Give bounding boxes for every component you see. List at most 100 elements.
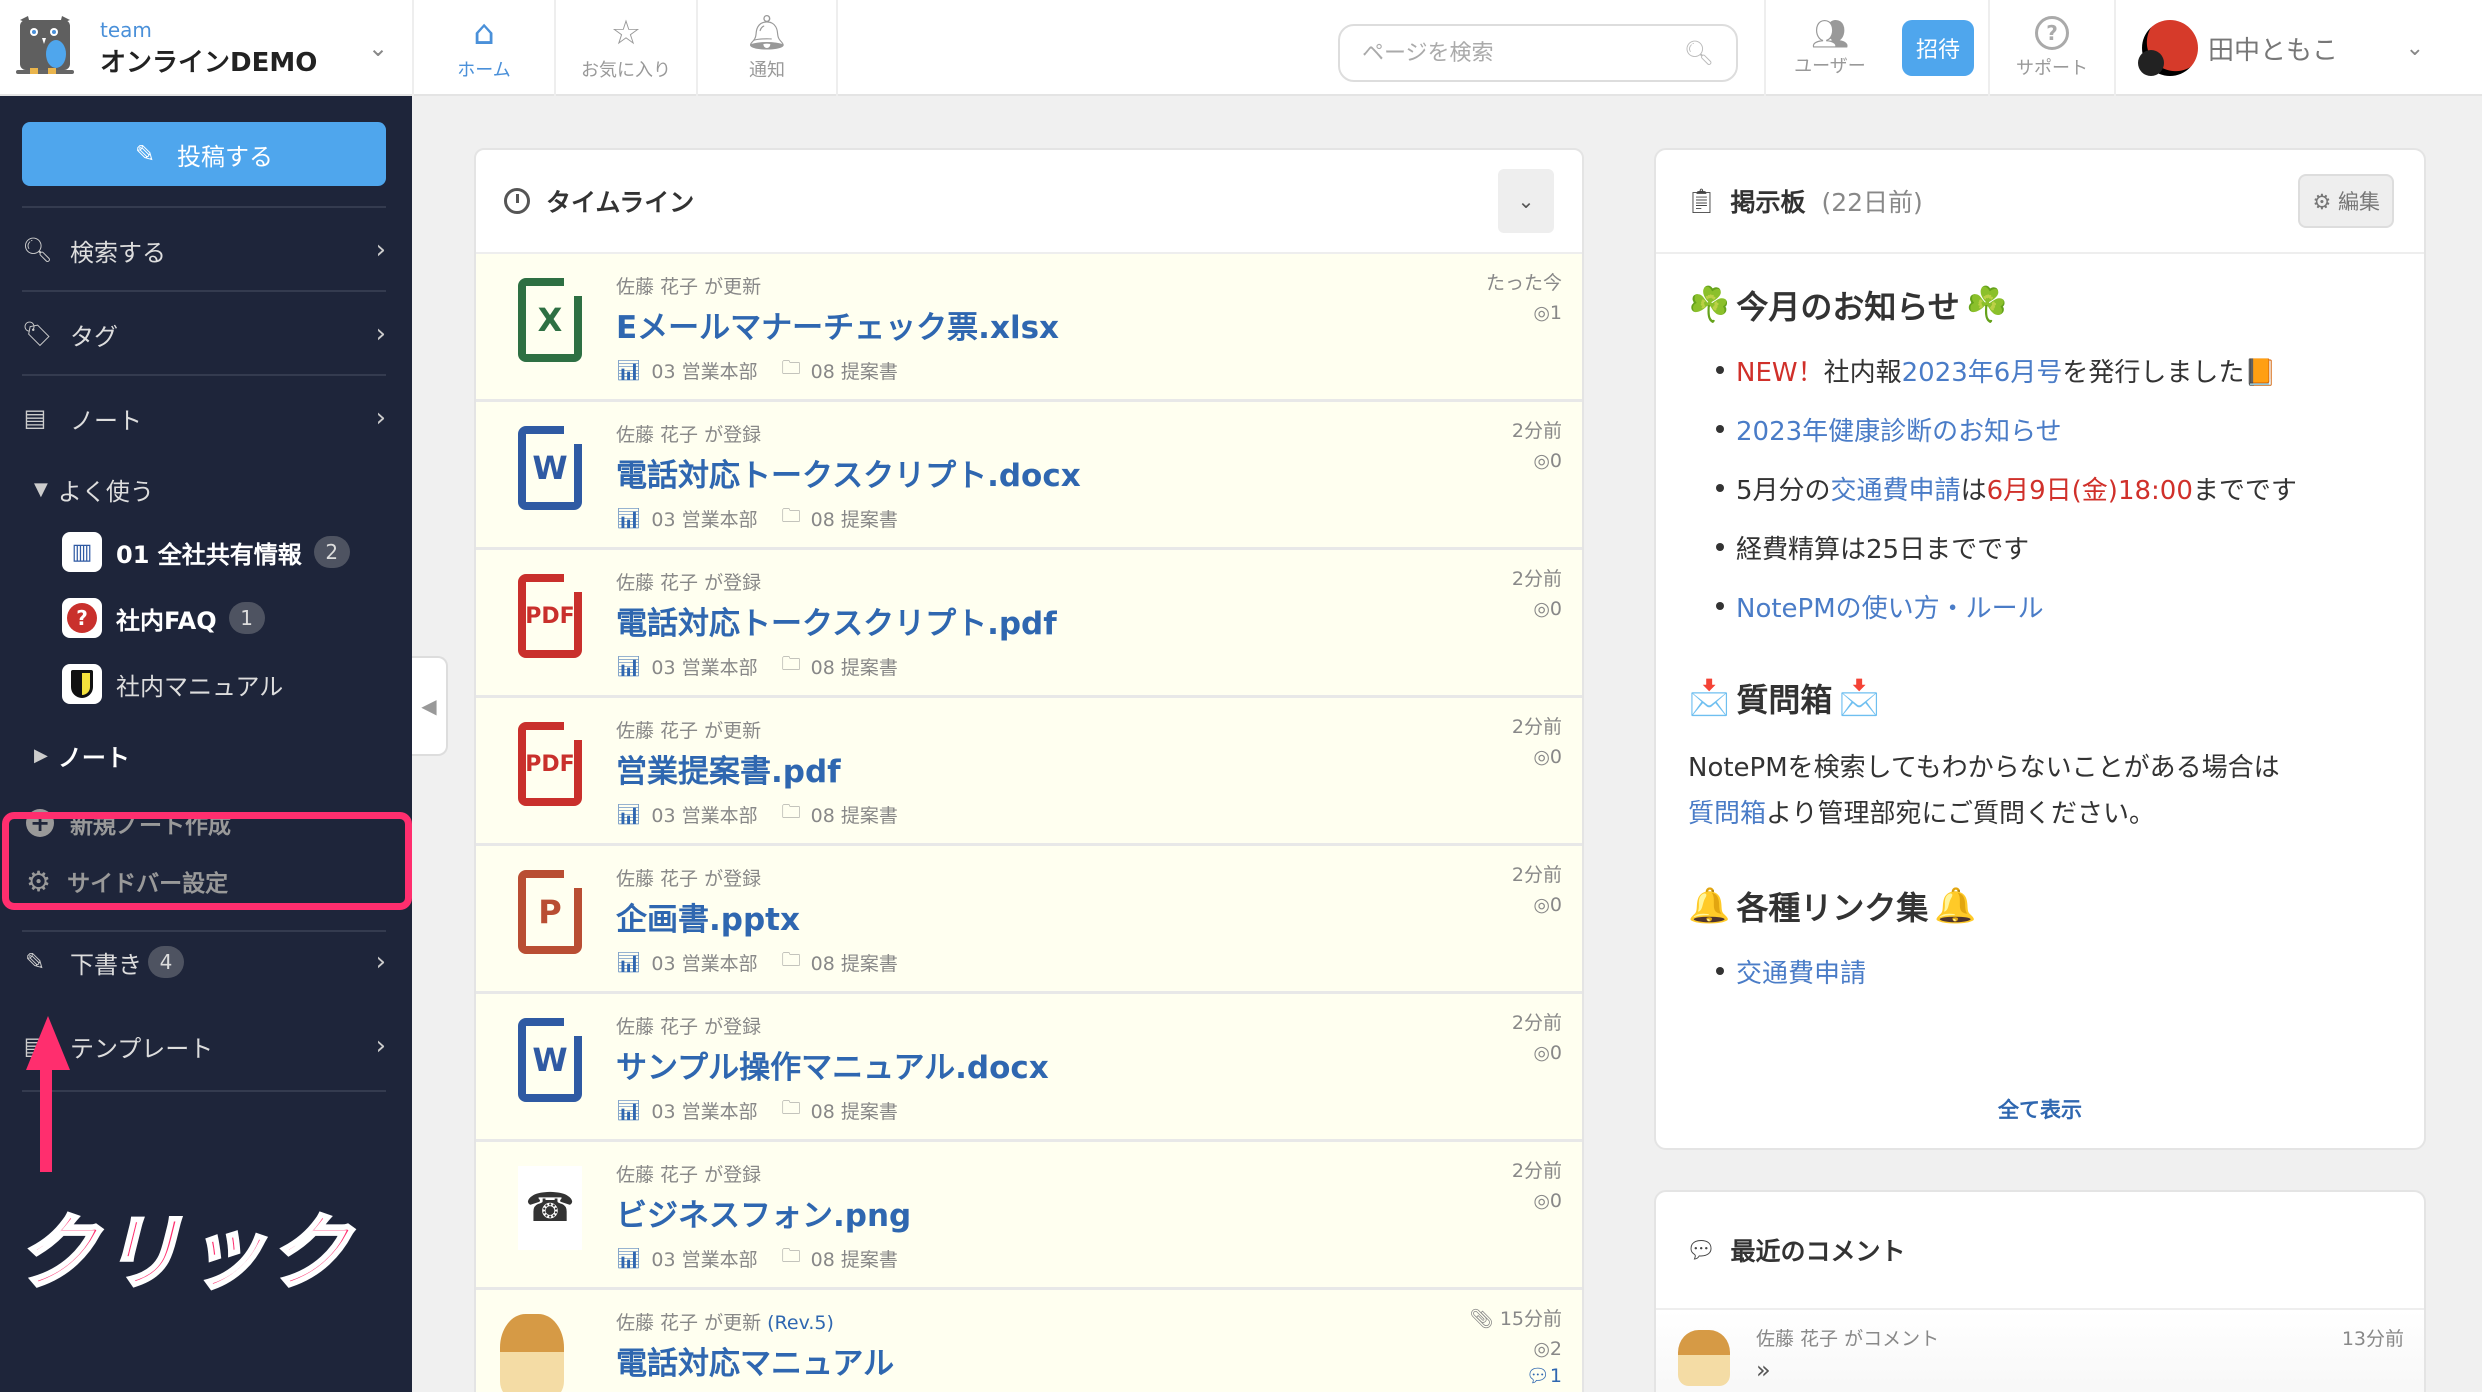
department-label[interactable]: 03 営業本部 bbox=[651, 1245, 757, 1272]
folder-label[interactable]: 08 提案書 bbox=[811, 1245, 898, 1272]
bulletin-link[interactable]: 2023年6月号 bbox=[1902, 358, 2063, 388]
clipboard-icon: 📋︎ bbox=[1686, 187, 1717, 215]
question-text-1: NotePMを検索してもわからないことがある場合は bbox=[1688, 753, 2280, 783]
xlsx-file-icon: X bbox=[518, 278, 582, 362]
favorites-toggle[interactable]: ▼ よく使う bbox=[34, 472, 154, 507]
post-button[interactable]: ✎ 投稿する bbox=[22, 122, 386, 186]
sidebar-item-drafts[interactable]: ✎ 下書き 4 › bbox=[22, 934, 386, 990]
folder-label[interactable]: 08 提案書 bbox=[811, 1097, 898, 1124]
department-label[interactable]: 03 営業本部 bbox=[651, 357, 757, 384]
row-actor: 佐藤 花子 が更新 bbox=[616, 272, 761, 299]
department-label[interactable]: 03 営業本部 bbox=[651, 505, 757, 532]
chevron-right-icon: › bbox=[375, 235, 386, 265]
folder-label[interactable]: 08 提案書 bbox=[811, 505, 898, 532]
row-meta: 📊︎ 03 営業本部 🗀 08 提案書 bbox=[616, 650, 898, 682]
bulletin-list-item: 5月分の交通費申請は6月9日(金)18:00までです bbox=[1688, 470, 2392, 507]
timeline-row[interactable]: X 佐藤 花子 が更新 Eメールマナーチェック票.xlsx 📊︎ 03 営業本部 🗀 08… bbox=[476, 254, 1582, 402]
author-avatar bbox=[500, 1314, 564, 1392]
invite-button[interactable]: 招待 bbox=[1902, 20, 1975, 76]
new-note-button[interactable]: + 新規ノート作成 bbox=[26, 806, 231, 840]
views-count: 0 bbox=[1549, 746, 1562, 768]
bulletin-board-card: 📋︎ 掲示板 (22日前) ⚙ 編集 ☘️ 今月のお知らせ ☘️ NEW！社内報… bbox=[1654, 148, 2426, 1150]
main-nav: ⌂ ホーム ☆ お気に入り 🔔︎ 通知 bbox=[412, 0, 838, 96]
bulletin-link[interactable]: 交通費申請 bbox=[1736, 959, 1866, 989]
bulletin-link[interactable]: 交通費申請 bbox=[1831, 476, 1961, 506]
row-title[interactable]: 営業提案書.pdf bbox=[616, 746, 841, 791]
heading-text: 今月のお知らせ bbox=[1736, 288, 1960, 326]
folder-label[interactable]: 08 提案書 bbox=[811, 801, 898, 828]
department-label[interactable]: 03 営業本部 bbox=[651, 1097, 757, 1124]
department-label[interactable]: 03 営業本部 bbox=[651, 653, 757, 680]
timeline-row[interactable]: PDF 佐藤 花子 が登録 電話対応トークスクリプト.pdf 📊︎ 03 営業本部 🗀 0… bbox=[476, 550, 1582, 698]
notes-toggle[interactable]: ▶ ノート bbox=[34, 738, 130, 773]
eye-icon: ◎ bbox=[1533, 598, 1550, 620]
timeline-row[interactable]: W 佐藤 花子 が登録 サンプル操作マニュアル.docx 📊︎ 03 営業本部 🗀 08 … bbox=[476, 994, 1582, 1142]
timeline-row[interactable]: P 佐藤 花子 が登録 企画書.pptx 📊︎ 03 営業本部 🗀 08 提案書 2分前 ◎0 bbox=[476, 846, 1582, 994]
department-label[interactable]: 03 営業本部 bbox=[651, 801, 757, 828]
team-switcher[interactable]: team オンラインDEMO ⌄ bbox=[0, 0, 412, 96]
notes-label: ノート bbox=[57, 744, 130, 772]
folder-label[interactable]: 08 提案書 bbox=[811, 653, 898, 680]
pptx-file-icon: P bbox=[518, 870, 582, 954]
row-title[interactable]: Eメールマナーチェック票.xlsx bbox=[616, 302, 1059, 347]
sidebar-item-notes[interactable]: ▤ ノート › bbox=[22, 390, 386, 446]
search-input[interactable] bbox=[1362, 40, 1684, 66]
favorite-note-manual[interactable]: 社内マニュアル bbox=[62, 664, 283, 704]
building-icon: ▥ bbox=[62, 532, 102, 572]
chevron-down-icon[interactable]: ⌄ bbox=[368, 34, 388, 62]
row-title[interactable]: 電話対応トークスクリプト.docx bbox=[616, 450, 1081, 495]
sidebar-collapse-handle[interactable]: ◀ bbox=[412, 656, 448, 756]
question-box-text: NotePMを検索してもわからないことがある場合は 質問箱より管理部宛にご質問く… bbox=[1688, 745, 2392, 837]
bulletin-link[interactable]: NotePMの使い方・ルール bbox=[1736, 594, 2044, 624]
department-icon: 📊︎ bbox=[616, 654, 642, 678]
row-title[interactable]: ビジネスフォン.png bbox=[616, 1190, 911, 1235]
sidebar-settings-button[interactable]: ⚙ サイドバー設定 bbox=[26, 864, 228, 898]
sidebar-settings-label: サイドバー設定 bbox=[67, 871, 229, 897]
timeline-row[interactable]: PDF 佐藤 花子 が更新 営業提案書.pdf 📊︎ 03 営業本部 🗀 08 提案書 2分… bbox=[476, 698, 1582, 846]
tab-favorites[interactable]: ☆ お気に入り bbox=[554, 0, 696, 96]
favorite-note-faq[interactable]: ? 社内FAQ 1 bbox=[62, 598, 265, 638]
department-label[interactable]: 03 営業本部 bbox=[651, 949, 757, 976]
user-menu[interactable]: 田中ともこ ⌄ bbox=[2116, 0, 2446, 96]
timeline-row[interactable]: ☎ 佐藤 花子 が登録 ビジネスフォン.png 📊︎ 03 営業本部 🗀 08 提案書 2分… bbox=[476, 1142, 1582, 1290]
timeline-dropdown-button[interactable]: ⌄ bbox=[1498, 169, 1554, 233]
folder-icon: 🗀 bbox=[781, 949, 801, 971]
sidebar-item-search[interactable]: 🔍︎ 検索する › bbox=[22, 222, 386, 278]
timeline-row[interactable]: 佐藤 花子 が更新 (Rev.5) 電話対応マニュアル 📎︎ 15分前 ◎2 💬︎1 bbox=[476, 1290, 1582, 1392]
edit-bulletin-button[interactable]: ⚙ 編集 bbox=[2298, 174, 2394, 228]
search-icon: 🔍︎ bbox=[22, 236, 53, 264]
timeline-row[interactable]: W 佐藤 花子 が登録 電話対応トークスクリプト.docx 📊︎ 03 営業本部 🗀 08… bbox=[476, 402, 1582, 550]
sidebar-item-templates[interactable]: ▤ テンプレート › bbox=[22, 1018, 386, 1074]
search-icon[interactable]: 🔍︎ bbox=[1684, 39, 1714, 67]
users-button[interactable]: 👥︎ ユーザー bbox=[1764, 0, 1894, 96]
favorite-note-shared-info[interactable]: ▥ 01 全社共有情報 2 bbox=[62, 532, 350, 572]
row-actor: 佐藤 花子 が更新 (Rev.5) bbox=[616, 1308, 834, 1335]
row-views: ◎0 bbox=[1533, 598, 1562, 620]
comment-item[interactable]: 佐藤 花子 がコメント 13分前 » bbox=[1656, 1310, 2424, 1392]
support-button[interactable]: ? サポート bbox=[1988, 0, 2117, 96]
folder-icon: 🗀 bbox=[781, 801, 801, 823]
folder-label[interactable]: 08 提案書 bbox=[811, 357, 898, 384]
count-badge: 2 bbox=[313, 536, 350, 568]
sidebar-item-tags[interactable]: 🏷︎ タグ › bbox=[22, 306, 386, 362]
question-box-link[interactable]: 質問箱 bbox=[1688, 799, 1766, 829]
text: は bbox=[1960, 476, 1987, 506]
recent-comments-card: 💬︎ 最近のコメント 佐藤 花子 がコメント 13分前 » bbox=[1654, 1190, 2426, 1392]
row-title[interactable]: 企画書.pptx bbox=[616, 894, 800, 939]
row-title[interactable]: 電話対応マニュアル bbox=[616, 1338, 894, 1383]
clock-icon bbox=[504, 188, 530, 214]
bulletin-link[interactable]: 2023年健康診断のお知らせ bbox=[1736, 417, 2062, 447]
row-title[interactable]: サンプル操作マニュアル.docx bbox=[616, 1042, 1049, 1087]
caret-right-icon: ▶ bbox=[34, 745, 48, 766]
tab-notifications[interactable]: 🔔︎ 通知 bbox=[696, 0, 838, 96]
row-actor: 佐藤 花子 が登録 bbox=[616, 1012, 761, 1039]
row-actor: 佐藤 花子 が更新 bbox=[616, 716, 761, 743]
caret-left-icon: ◀ bbox=[421, 694, 437, 718]
tab-home[interactable]: ⌂ ホーム bbox=[412, 0, 554, 96]
sidebar-item-label: 下書き bbox=[70, 950, 142, 979]
row-title[interactable]: 電話対応トークスクリプト.pdf bbox=[616, 598, 1057, 643]
page-search: 🔍︎ bbox=[1338, 24, 1738, 82]
folder-label[interactable]: 08 提案書 bbox=[811, 949, 898, 976]
show-all-link[interactable]: 全て表示 bbox=[1656, 1094, 2424, 1124]
recent-comments-title: 最近のコメント bbox=[1730, 1237, 1906, 1266]
